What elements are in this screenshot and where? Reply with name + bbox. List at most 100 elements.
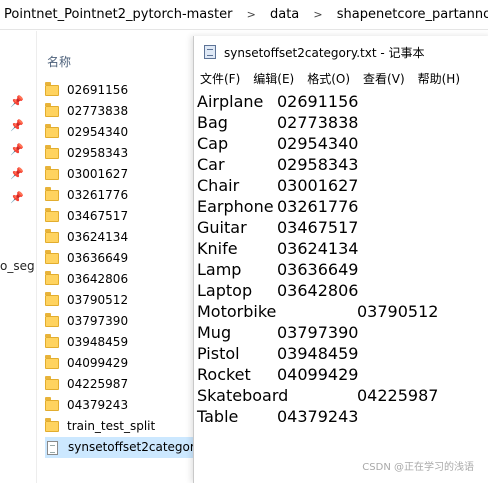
breadcrumb-shapenet[interactable]: shapenetcore_partanno_segmentatio <box>337 0 488 29</box>
folder-icon <box>45 187 59 201</box>
folder-item[interactable]: 03467517 <box>45 206 215 227</box>
menu-edit[interactable]: 编辑(E) <box>253 70 294 87</box>
file-items: 02691156 02773838 02954340 02958343 03001627… <box>45 80 215 458</box>
folder-item[interactable]: 03642806 <box>45 269 215 290</box>
address-bar[interactable]: Pointnet_Pointnet2_pytorch-master > data… <box>0 0 488 30</box>
category-code: 04225987 <box>357 386 439 405</box>
menu-view[interactable]: 查看(V) <box>363 70 405 87</box>
folder-item[interactable]: 04099429 <box>45 353 215 374</box>
category-name: Rocket <box>197 365 251 384</box>
folder-item[interactable]: 03790512 <box>45 290 215 311</box>
category-code: 03467517 <box>277 218 359 237</box>
file-list[interactable]: 名称 02691156 02773838 02954340 02958343 03001… <box>37 31 203 483</box>
category-code: 03624134 <box>277 239 359 258</box>
menu-help[interactable]: 帮助(H) <box>418 70 460 87</box>
text-line: Table 04379243 <box>197 406 438 427</box>
file-item[interactable]: synsetoffset2category <box>45 437 203 458</box>
category-code: 03001627 <box>277 176 359 195</box>
text-line: Motorbike 03790512 <box>197 301 438 322</box>
menu-format[interactable]: 格式(O) <box>307 70 350 87</box>
file-name: 03261776 <box>67 188 129 202</box>
text-line: Skateboard 04225987 <box>197 385 438 406</box>
column-header-name[interactable]: 名称 <box>47 53 71 70</box>
file-name: 02954340 <box>67 125 129 139</box>
file-name: train_test_split <box>67 419 156 433</box>
notepad-text-area[interactable]: Airplane 02691156 Bag 02773838 Cap 02954340 Ca… <box>197 91 438 427</box>
folder-icon <box>45 334 59 348</box>
folder-item[interactable]: 03001627 <box>45 164 215 185</box>
category-name: Skateboard <box>197 386 289 405</box>
pin-icon: 📌 <box>10 143 24 156</box>
category-name: Earphone <box>197 197 274 216</box>
text-line: Earphone 03261776 <box>197 196 438 217</box>
file-name: 02773838 <box>67 104 129 118</box>
category-code: 03642806 <box>277 281 359 300</box>
category-name: Lamp <box>197 260 242 279</box>
category-name: Cap <box>197 134 229 153</box>
text-line: Cap 02954340 <box>197 133 438 154</box>
folder-item[interactable]: 03636649 <box>45 248 215 269</box>
folder-item[interactable]: 03624134 <box>45 227 215 248</box>
pin-icon: 📌 <box>10 119 24 132</box>
category-code: 02958343 <box>277 155 359 174</box>
file-name: synsetoffset2category <box>68 440 202 454</box>
file-name: 03642806 <box>67 272 129 286</box>
text-file-icon <box>47 440 58 455</box>
notepad-title-bar[interactable]: synsetoffset2category.txt - 记事本 <box>204 42 425 62</box>
notepad-icon <box>204 45 216 59</box>
category-code: 03636649 <box>277 260 359 279</box>
category-code: 03790512 <box>357 302 439 321</box>
pin-icon: 📌 <box>10 167 24 180</box>
folder-item[interactable]: 02954340 <box>45 122 215 143</box>
breadcrumb-data[interactable]: data <box>270 0 299 29</box>
category-name: Pistol <box>197 344 240 363</box>
folder-icon <box>45 397 59 411</box>
category-name: Laptop <box>197 281 253 300</box>
notepad-window[interactable]: synsetoffset2category.txt - 记事本 文件(F) 编辑… <box>193 36 488 483</box>
nav-item-label[interactable]: o_seg <box>0 259 35 273</box>
category-code: 04099429 <box>277 365 359 384</box>
category-name: Knife <box>197 239 238 258</box>
file-name: 03467517 <box>67 209 129 223</box>
folder-icon <box>45 229 59 243</box>
folder-icon <box>45 124 59 138</box>
file-name: 03624134 <box>67 230 129 244</box>
category-name: Motorbike <box>197 302 277 321</box>
folder-item[interactable]: 04379243 <box>45 395 215 416</box>
category-name: Guitar <box>197 218 247 237</box>
category-name: Table <box>197 407 239 426</box>
category-code: 02954340 <box>277 134 359 153</box>
category-name: Mug <box>197 323 232 342</box>
file-name: 03790512 <box>67 293 129 307</box>
category-name: Car <box>197 155 225 174</box>
file-name: 03001627 <box>67 167 129 181</box>
menu-file[interactable]: 文件(F) <box>200 70 240 87</box>
file-name: 04379243 <box>67 398 129 412</box>
folder-item[interactable]: 03261776 <box>45 185 215 206</box>
folder-item[interactable]: 02691156 <box>45 80 215 101</box>
text-line: Rocket 04099429 <box>197 364 438 385</box>
folder-icon <box>45 166 59 180</box>
watermark: CSDN @正在学习的浅语 <box>362 462 474 473</box>
text-line: Bag 02773838 <box>197 112 438 133</box>
folder-icon <box>45 103 59 117</box>
folder-item[interactable]: 02958343 <box>45 143 215 164</box>
folder-item[interactable]: 03797390 <box>45 311 215 332</box>
notepad-title: synsetoffset2category.txt - 记事本 <box>224 45 425 60</box>
category-name: Chair <box>197 176 240 195</box>
file-name: 03797390 <box>67 314 129 328</box>
category-code: 03797390 <box>277 323 359 342</box>
breadcrumb-separator: > <box>313 8 323 21</box>
text-line: Pistol 03948459 <box>197 343 438 364</box>
folder-item[interactable]: 02773838 <box>45 101 215 122</box>
breadcrumb-project[interactable]: Pointnet_Pointnet2_pytorch-master <box>4 0 232 29</box>
folder-item[interactable]: 04225987 <box>45 374 215 395</box>
category-code: 04379243 <box>277 407 359 426</box>
text-line: Laptop 03642806 <box>197 280 438 301</box>
text-line: Car 02958343 <box>197 154 438 175</box>
folder-icon <box>45 82 59 96</box>
category-code: 03261776 <box>277 197 359 216</box>
pin-icon: 📌 <box>10 95 24 108</box>
folder-item[interactable]: train_test_split <box>45 416 215 437</box>
folder-item[interactable]: 03948459 <box>45 332 215 353</box>
